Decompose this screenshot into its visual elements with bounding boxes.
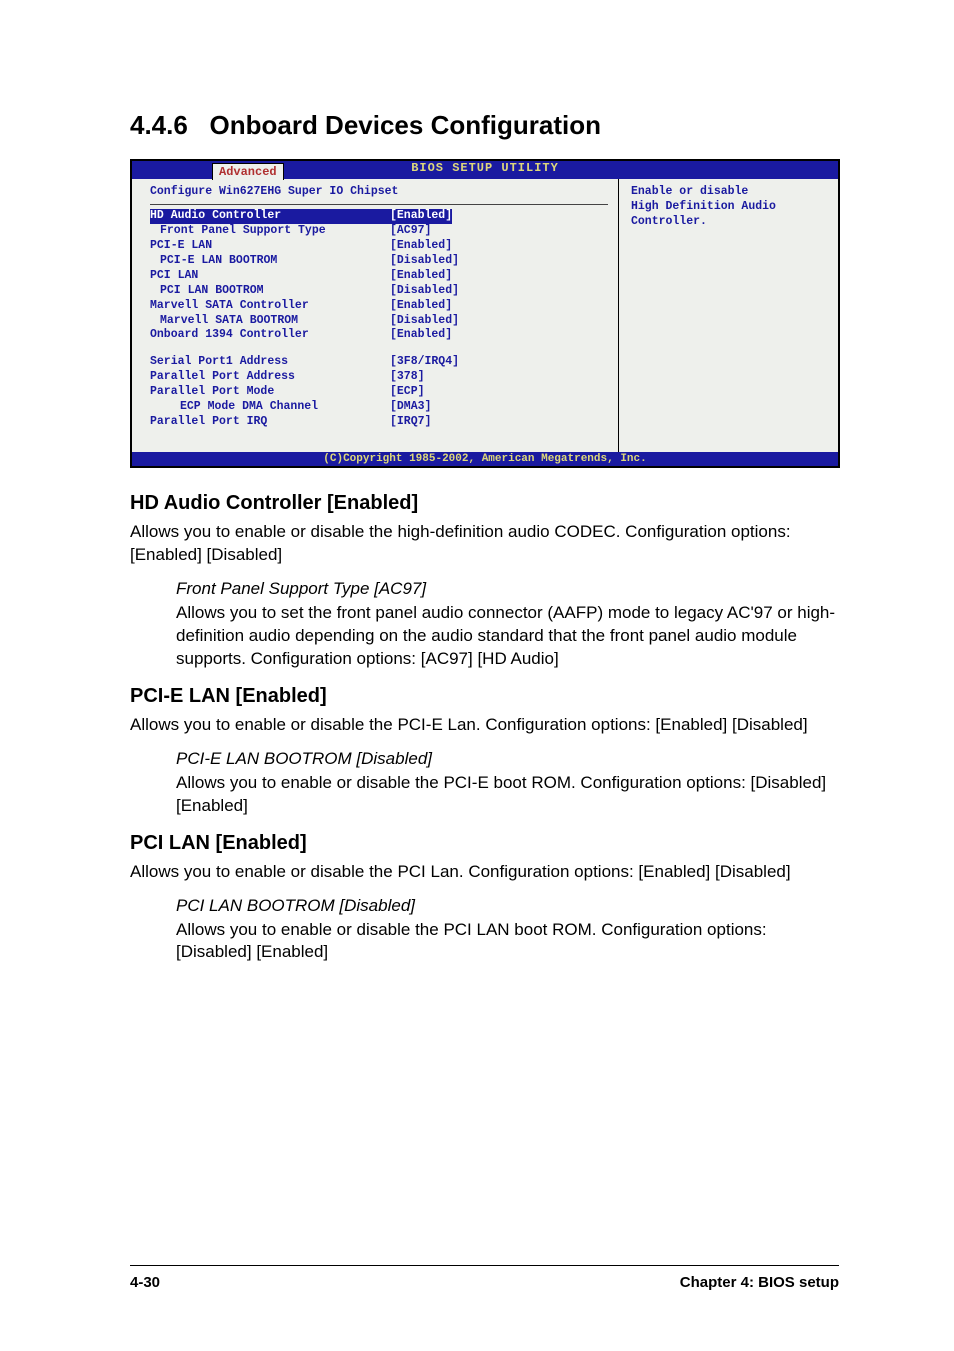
bios-option-value: [AC97] [390,224,431,239]
bios-option-label: PCI-E LAN BOOTROM [150,254,390,269]
bios-option-row: Serial Port1 Address[3F8/IRQ4] [150,355,608,370]
page-footer: 4-30 Chapter 4: BIOS setup [130,1265,839,1291]
bios-header: BIOS SETUP UTILITY Advanced [132,161,838,179]
bios-option-row: Parallel Port Mode[ECP] [150,385,608,400]
bios-tab-advanced: Advanced [212,163,284,180]
bios-option-value: [DMA3] [390,400,431,415]
bios-help-pane: Enable or disable High Definition Audio … [618,179,838,452]
sub-option-title: PCI LAN BOOTROM [Disabled] [176,896,839,916]
bios-option-row: ECP Mode DMA Channel[DMA3] [150,400,608,415]
bios-option-row: PCI-E LAN BOOTROM[Disabled] [150,254,608,269]
bios-option-value: [Enabled] [390,328,452,343]
bios-option-row: Parallel Port Address[378] [150,370,608,385]
sub-option: PCI-E LAN BOOTROM [Disabled] Allows you t… [176,749,839,818]
sub-option-description: Allows you to set the front panel audio … [176,602,839,671]
chapter-label: Chapter 4: BIOS setup [680,1274,839,1291]
bios-option-row: PCI-E LAN[Enabled] [150,239,608,254]
bios-option-row: Front Panel Support Type[AC97] [150,224,608,239]
bios-option-value: [Enabled] [390,269,452,284]
option-heading: PCI LAN [Enabled] [130,832,839,855]
bios-copyright: (C)Copyright 1985-2002, American Megatre… [132,452,838,466]
bios-option-label: HD Audio Controller [150,209,390,224]
bios-option-label: Serial Port1 Address [150,355,390,370]
bios-option-label: Marvell SATA Controller [150,299,390,314]
bios-option-label: Parallel Port Address [150,370,390,385]
bios-option-label: ECP Mode DMA Channel [150,400,390,415]
section-name: Onboard Devices Configuration [210,110,602,140]
page-number: 4-30 [130,1274,160,1291]
bios-option-value: [ECP] [390,385,425,400]
bios-option-label: Parallel Port Mode [150,385,390,400]
bios-option-row: Marvell SATA BOOTROM[Disabled] [150,314,608,329]
bios-option-label: Parallel Port IRQ [150,415,390,430]
bios-help-line: High Definition Audio Controller. [631,200,776,228]
bios-option-row: HD Audio Controller[Enabled] [150,209,608,224]
bios-body: Configure Win627EHG Super IO Chipset HD … [132,179,838,452]
bios-option-value: [378] [390,370,425,385]
section-title: 4.4.6 Onboard Devices Configuration [130,110,839,141]
bios-option-row: PCI LAN[Enabled] [150,269,608,284]
bios-option-value: [Disabled] [390,254,459,269]
bios-option-value: [IRQ7] [390,415,431,430]
bios-title: BIOS SETUP UTILITY [411,161,559,175]
bios-option-label: PCI-E LAN [150,239,390,254]
sub-option-title: PCI-E LAN BOOTROM [Disabled] [176,749,839,769]
option-heading: PCI-E LAN [Enabled] [130,685,839,708]
bios-option-value: [Disabled] [390,284,459,299]
sub-option-title: Front Panel Support Type [AC97] [176,579,839,599]
bios-option-label: Onboard 1394 Controller [150,328,390,343]
option-description: Allows you to enable or disable the high… [130,521,839,567]
bios-option-label: PCI LAN BOOTROM [150,284,390,299]
bios-option-row: PCI LAN BOOTROM[Disabled] [150,284,608,299]
bios-option-label: Front Panel Support Type [150,224,390,239]
sub-option: PCI LAN BOOTROM [Disabled] Allows you to … [176,896,839,965]
bios-left-pane: Configure Win627EHG Super IO Chipset HD … [132,179,618,452]
bios-option-value: [Disabled] [390,314,459,329]
sub-option: Front Panel Support Type [AC97] Allows yo… [176,579,839,671]
option-description: Allows you to enable or disable the PCI-… [130,714,839,737]
bios-help-line: Enable or disable [631,185,748,198]
bios-option-row: Parallel Port IRQ[IRQ7] [150,415,608,430]
sub-option-description: Allows you to enable or disable the PCI-… [176,772,839,818]
bios-option-value: [Enabled] [390,239,452,254]
bios-option-row: Onboard 1394 Controller[Enabled] [150,328,608,343]
bios-screenshot: BIOS SETUP UTILITY Advanced Configure Wi… [130,159,840,468]
option-description: Allows you to enable or disable the PCI … [130,861,839,884]
bios-option-label: PCI LAN [150,269,390,284]
section-number: 4.4.6 [130,110,188,140]
bios-option-row: Marvell SATA Controller[Enabled] [150,299,608,314]
bios-option-value: [Enabled] [390,299,452,314]
bios-option-value: [Enabled] [390,209,452,224]
option-heading: HD Audio Controller [Enabled] [130,492,839,515]
bios-option-value: [3F8/IRQ4] [390,355,459,370]
bios-option-label: Marvell SATA BOOTROM [150,314,390,329]
bios-chipset-line: Configure Win627EHG Super IO Chipset [150,185,608,205]
sub-option-description: Allows you to enable or disable the PCI … [176,919,839,965]
